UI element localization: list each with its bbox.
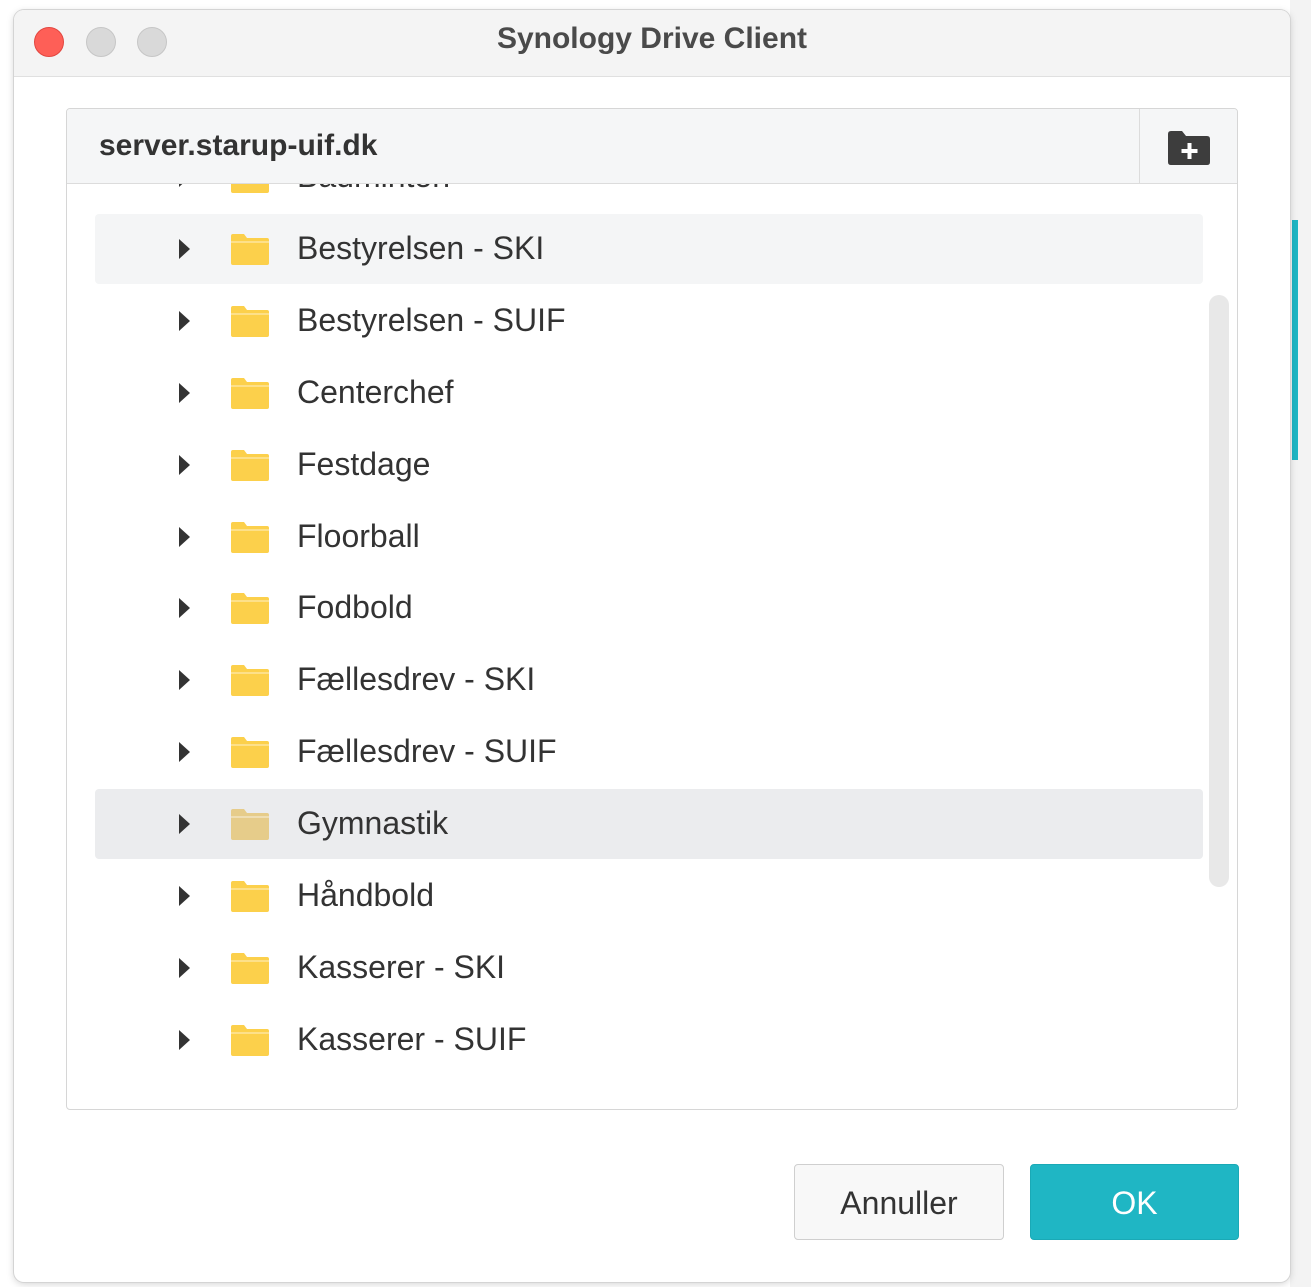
expand-caret-icon[interactable]	[179, 670, 190, 690]
folder-row[interactable]: Håndbold	[95, 861, 1203, 931]
folder-row[interactable]: Kasserer - SKI	[95, 933, 1203, 1003]
dialog-window: Synology Drive Client server.starup-uif.…	[14, 10, 1290, 1282]
folder-icon	[231, 1025, 269, 1056]
folder-row[interactable]: Fodbold	[95, 573, 1203, 643]
folder-row[interactable]: Fællesdrev - SKI	[95, 645, 1203, 715]
expand-caret-icon[interactable]	[179, 958, 190, 978]
folder-label: Floorball	[297, 518, 420, 554]
folder-label: Badminton	[297, 184, 450, 195]
folder-row[interactable]: Fællesdrev - SUIF	[95, 717, 1203, 787]
folder-icon	[231, 665, 269, 696]
folder-icon	[231, 953, 269, 984]
expand-caret-icon[interactable]	[179, 886, 190, 906]
folder-row[interactable]: Gymnastik	[95, 789, 1203, 859]
folder-label: Håndbold	[297, 877, 434, 913]
folder-row[interactable]: Festdage	[95, 430, 1203, 500]
expand-caret-icon[interactable]	[179, 1030, 190, 1050]
folder-icon	[231, 184, 269, 193]
folder-label: Bestyrelsen - SUIF	[297, 302, 566, 338]
folder-label: Fællesdrev - SKI	[297, 661, 536, 697]
new-folder-icon	[1168, 131, 1210, 165]
folder-icon	[231, 593, 269, 624]
folder-label: Kasserer - SUIF	[297, 1021, 527, 1057]
folder-label: Bestyrelsen - SKI	[297, 230, 545, 266]
ok-button[interactable]: OK	[1030, 1164, 1239, 1240]
folder-browser-panel: server.starup-uif.dk Badminton Bestyrelse…	[66, 108, 1238, 1110]
expand-caret-icon[interactable]	[179, 527, 190, 547]
title-bar: Synology Drive Client	[14, 10, 1290, 77]
server-name: server.starup-uif.dk	[99, 129, 378, 162]
folder-label: Fodbold	[297, 589, 413, 625]
folder-label: Fællesdrev - SUIF	[297, 733, 557, 769]
folder-tree[interactable]: Badminton Bestyrelsen - SKI Bestyrelsen - …	[67, 184, 1237, 1109]
folder-row[interactable]: Bestyrelsen - SKI	[95, 214, 1203, 284]
folder-browser-header: server.starup-uif.dk	[67, 109, 1237, 184]
folder-row[interactable]: Kasserer - SUIF	[95, 1005, 1203, 1075]
new-folder-button[interactable]	[1139, 109, 1237, 183]
window-title: Synology Drive Client	[496, 22, 808, 55]
folder-icon	[231, 737, 269, 768]
folder-label: Gymnastik	[297, 805, 449, 841]
expand-caret-icon[interactable]	[179, 239, 190, 259]
folder-label: Kasserer - SKI	[297, 949, 506, 985]
expand-caret-icon[interactable]	[179, 814, 190, 834]
expand-caret-icon[interactable]	[179, 311, 190, 331]
expand-caret-icon[interactable]	[179, 742, 190, 762]
folder-icon	[231, 522, 269, 553]
folder-row[interactable]: Bestyrelsen - SUIF	[95, 286, 1203, 356]
folder-row[interactable]: Centerchef	[95, 358, 1203, 428]
folder-label: Festdage	[297, 446, 431, 482]
expand-caret-icon[interactable]	[179, 455, 190, 475]
background-accent-bar	[1292, 220, 1298, 460]
folder-label: Centerchef	[297, 374, 454, 410]
folder-row[interactable]: Badminton	[95, 184, 1203, 212]
folder-row[interactable]: Floorball	[95, 502, 1203, 572]
folder-icon	[231, 809, 269, 840]
cancel-button[interactable]: Annuller	[794, 1164, 1004, 1240]
folder-tree-scrollbar[interactable]	[1209, 295, 1229, 887]
folder-icon	[231, 378, 269, 409]
expand-caret-icon[interactable]	[179, 598, 190, 618]
folder-icon	[231, 881, 269, 912]
expand-caret-icon[interactable]	[179, 383, 190, 403]
folder-icon	[231, 234, 269, 265]
background-window-edge	[1290, 0, 1311, 1287]
folder-icon	[231, 450, 269, 481]
folder-icon	[231, 306, 269, 337]
expand-caret-icon[interactable]	[179, 184, 190, 187]
